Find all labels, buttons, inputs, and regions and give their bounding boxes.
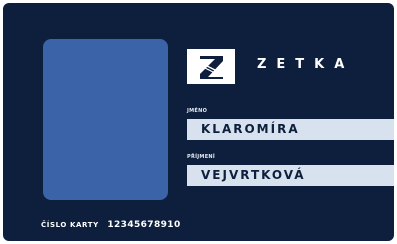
logo-z-icon (200, 56, 223, 79)
card-number-label: ČÍSLO KARTY (41, 221, 99, 229)
brand-name: ZETKA (257, 57, 355, 72)
surname-field: VEJVRTKOVÁ (187, 165, 394, 186)
surname-label: PŘÍJMENÍ (187, 154, 216, 160)
id-card: ZETKA JMÉNO KLAROMÍRA PŘÍJMENÍ VEJVRTKOV… (3, 3, 394, 241)
card-number-value: 12345678910 (107, 220, 181, 230)
name-field: KLAROMÍRA (187, 119, 394, 140)
brand-logo (187, 49, 235, 84)
photo-placeholder (43, 39, 168, 200)
name-label: JMÉNO (187, 108, 208, 114)
surname-value: VEJVRTKOVÁ (201, 168, 306, 182)
card-number: ČÍSLO KARTY 12345678910 (41, 212, 181, 231)
name-value: KLAROMÍRA (201, 122, 300, 136)
